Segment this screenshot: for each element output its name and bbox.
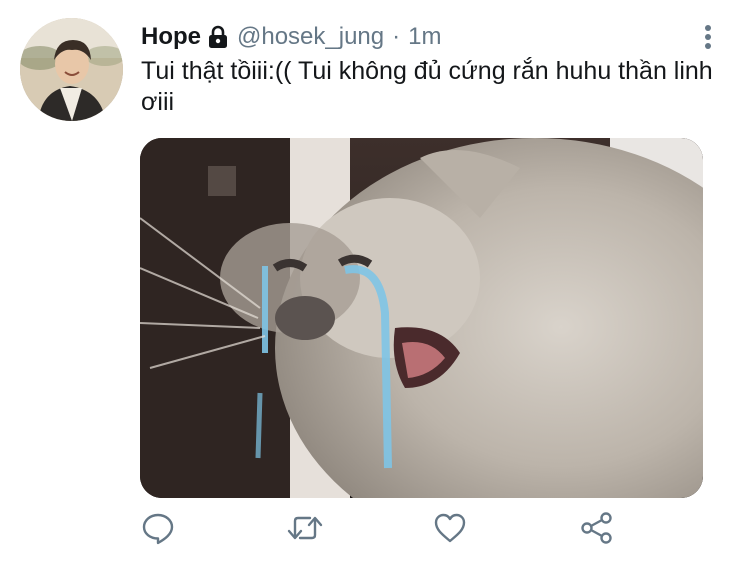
- tweet-media-image[interactable]: [140, 138, 703, 498]
- separator-dot: ·: [392, 23, 401, 50]
- retweet-button[interactable]: [287, 512, 323, 548]
- display-name[interactable]: Hope: [141, 22, 201, 52]
- avatar[interactable]: [20, 18, 123, 121]
- more-options-icon[interactable]: [700, 22, 716, 52]
- timestamp[interactable]: 1m: [408, 22, 441, 52]
- tweet-text: Tui thật tồiii:(( Tui không đủ cứng rắn …: [141, 57, 713, 116]
- share-icon: [580, 511, 614, 550]
- tweet-header: Hope @hosek_jung · 1m: [141, 22, 441, 52]
- handle[interactable]: @hosek_jung: [237, 22, 384, 52]
- crying-cat-photo: [140, 138, 703, 498]
- reply-button[interactable]: [140, 512, 176, 548]
- like-button[interactable]: [432, 512, 468, 548]
- tweet-actions: [0, 511, 750, 552]
- heart-icon: [433, 511, 467, 550]
- lock-icon: [207, 25, 229, 49]
- retweet-icon: [286, 511, 324, 550]
- avatar-photo: [20, 18, 123, 121]
- share-button[interactable]: [579, 511, 615, 550]
- reply-icon: [141, 511, 175, 550]
